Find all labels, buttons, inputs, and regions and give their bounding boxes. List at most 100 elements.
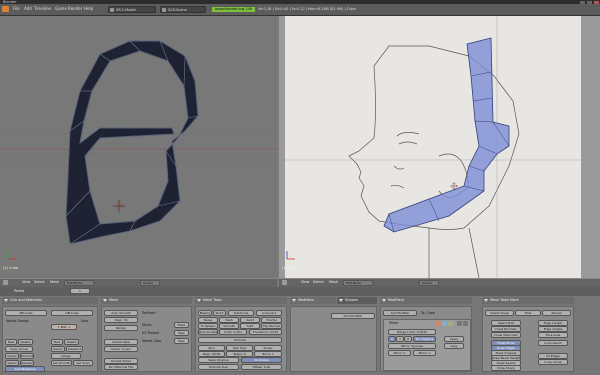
mode-selector-left[interactable]: Edit Mode <box>64 280 94 286</box>
editmode-icon[interactable] <box>448 321 453 326</box>
no-vnormal-flip-toggle[interactable]: No V.Normal Flip <box>104 364 138 370</box>
blender-logo-icon[interactable] <box>2 6 9 12</box>
do-clipping-toggle[interactable]: Do Clipping <box>413 336 436 342</box>
menu-add[interactable]: Add <box>24 6 32 11</box>
menu-render[interactable]: Render <box>68 6 82 11</box>
sticky-label: Sticky <box>142 323 152 327</box>
menu-view-left[interactable]: View <box>22 280 30 284</box>
delete-material-button[interactable]: Delete <box>64 339 79 345</box>
clockwise-toggle[interactable]: Clockwise <box>241 357 282 363</box>
menu-help[interactable]: Help <box>84 6 93 11</box>
version-link[interactable]: www.blender.org 249 <box>212 7 256 12</box>
move-up-icon[interactable] <box>457 321 462 326</box>
orientation-selector-left[interactable]: Global <box>140 280 160 286</box>
reveal-button[interactable]: Reveal <box>542 310 571 316</box>
select-swap-button[interactable]: Select Swap <box>485 310 514 316</box>
3d-viewport-right[interactable]: (1) Cube <box>279 16 600 278</box>
face-area-toggle[interactable]: Face Area <box>538 332 568 338</box>
mirror-v-toggle[interactable]: Mirror V <box>413 350 436 356</box>
panel-modifiers-placeholder: Add Modifier <box>290 306 377 372</box>
mesh-datablock-field[interactable]: ME:Cube <box>5 310 47 316</box>
scene-icon <box>162 8 166 12</box>
add-modifier-button[interactable]: Add Modifier <box>383 310 417 316</box>
screen-selector[interactable]: SR:2-Model <box>108 6 156 13</box>
axis-y-toggle[interactable]: Y <box>396 336 404 342</box>
3d-viewport-left[interactable]: (1) Cube <box>0 16 277 278</box>
menu-view-right[interactable]: View <box>301 280 309 284</box>
mirror-u-toggle[interactable]: Mirror U <box>388 350 411 356</box>
sticky-make-button[interactable]: Make <box>174 322 189 328</box>
extrude-button[interactable]: Extrude <box>198 337 282 343</box>
smooth-degree-field[interactable]: Degr: 30 <box>104 317 138 323</box>
axis-x-toggle[interactable]: X <box>388 336 396 342</box>
render-icon[interactable] <box>442 321 447 326</box>
mirror-vgroups-toggle[interactable]: Mirror Vgroups <box>388 343 436 349</box>
menu-mesh-left[interactable]: Mesh <box>50 280 59 284</box>
material-select-button[interactable]: Select <box>51 346 65 352</box>
set-solid-button[interactable]: Set Solid <box>73 360 93 366</box>
vgroup-remove-button[interactable]: Remove <box>20 353 34 359</box>
panel-tab-shapes[interactable]: Shapes <box>337 297 377 304</box>
axis-z-toggle[interactable]: Z <box>404 336 412 342</box>
uv-new-button[interactable]: New <box>174 330 189 336</box>
vcol-new-button[interactable]: New <box>174 338 189 344</box>
material-assign-button[interactable]: Assign <box>51 353 81 359</box>
beauty-toggle[interactable]: Beauty <box>198 310 212 316</box>
threshold-field[interactable]: Threshold: 0.010 <box>249 329 282 335</box>
panels-menu[interactable]: Panels <box>14 289 24 293</box>
offset-field[interactable]: Offset: 1.00 <box>241 364 282 370</box>
panel-tab-modifier-stack[interactable]: Modifiers <box>380 297 472 304</box>
extrude-dup-button[interactable]: Extrude Dup <box>198 364 239 370</box>
panel-tab-modifiers[interactable]: Modifiers <box>290 297 336 304</box>
scene-selector[interactable]: SCE:Scene <box>160 6 206 13</box>
rem-doubles-button[interactable]: Rem Doubles <box>198 329 218 335</box>
subdivide-button[interactable]: Subdivide <box>228 310 254 316</box>
texmesh-label: TexMesh <box>142 311 156 315</box>
center-new-button[interactable]: Center New <box>104 339 138 345</box>
draw-sharp-toggle[interactable]: Draw Sharp <box>491 365 521 371</box>
menu-mesh-right[interactable]: Mesh <box>329 280 338 284</box>
loop-select-button[interactable]: Loop Select <box>538 340 568 346</box>
add-modifier-dropdown[interactable]: Add Modifier <box>331 313 375 319</box>
menu-timeline[interactable]: Timeline <box>34 6 51 11</box>
editor-type-icon[interactable] <box>282 280 287 285</box>
panel-tab-link-materials[interactable]: Link and Materials <box>2 297 98 304</box>
frame-field[interactable]: 1 <box>70 288 90 294</box>
auto-smooth-toggle[interactable]: Auto Smooth <box>104 310 138 316</box>
keep-original-toggle[interactable]: Keep Original <box>198 357 239 363</box>
set-smooth-button[interactable]: Set Smooth <box>51 360 72 366</box>
limit-field[interactable]: Limit: 0.001 <box>219 329 247 335</box>
editor-type-icon[interactable] <box>3 280 8 285</box>
retopo-toggle[interactable]: Retopo <box>104 325 138 331</box>
copy-group-button[interactable]: Copy Group <box>5 346 33 352</box>
menu-file[interactable]: File <box>13 6 20 11</box>
menu-select-left[interactable]: Select <box>34 280 45 284</box>
hide-button[interactable]: Hide <box>515 310 541 316</box>
object-name-field[interactable]: OB:Cube <box>51 310 93 316</box>
panel-tab-mesh-tools[interactable]: Mesh Tools <box>195 297 287 304</box>
center-cursor-button[interactable]: Center Cursor <box>104 346 138 352</box>
new-vgroup-button[interactable]: New <box>5 339 17 345</box>
short-toggle[interactable]: Short <box>213 310 226 316</box>
material-deselect-button[interactable]: Deselect <box>66 346 83 352</box>
vertex-color-label: Vertex Color <box>142 339 162 343</box>
apply-button[interactable]: Apply <box>444 336 464 342</box>
autotexspace-toggle[interactable]: AutoTexSpace <box>5 366 45 372</box>
panel-tab-mesh[interactable]: Mesh <box>101 297 192 304</box>
xray-arrow-toggle[interactable]: X-ray Arrow <box>538 359 568 365</box>
orientation-selector-right[interactable]: Global <box>419 280 439 286</box>
menu-select-right[interactable]: Select <box>313 280 324 284</box>
copy-button[interactable]: Copy <box>444 343 464 349</box>
vgroup-assign-button[interactable]: Assign <box>5 353 19 359</box>
realtime-icon[interactable] <box>436 321 441 326</box>
merge-limit-field[interactable]: Merge Limit: 0.0010 <box>388 329 436 335</box>
delete-vgroup-button[interactable]: Delete <box>18 339 33 345</box>
innervert-button[interactable]: Innervert <box>256 310 282 316</box>
mode-selector-right[interactable]: Edit Mode <box>343 280 373 286</box>
material-index-field[interactable]: 1 Mat: 1 <box>51 324 77 330</box>
draw-vnormals-toggle[interactable]: Draw VNormals <box>491 332 521 338</box>
move-down-icon[interactable] <box>463 321 468 326</box>
panel-tab-mesh-tools-more[interactable]: Mesh Tools More <box>482 297 574 304</box>
menu-game[interactable]: Game <box>55 6 67 11</box>
new-material-button[interactable]: New <box>51 339 63 345</box>
